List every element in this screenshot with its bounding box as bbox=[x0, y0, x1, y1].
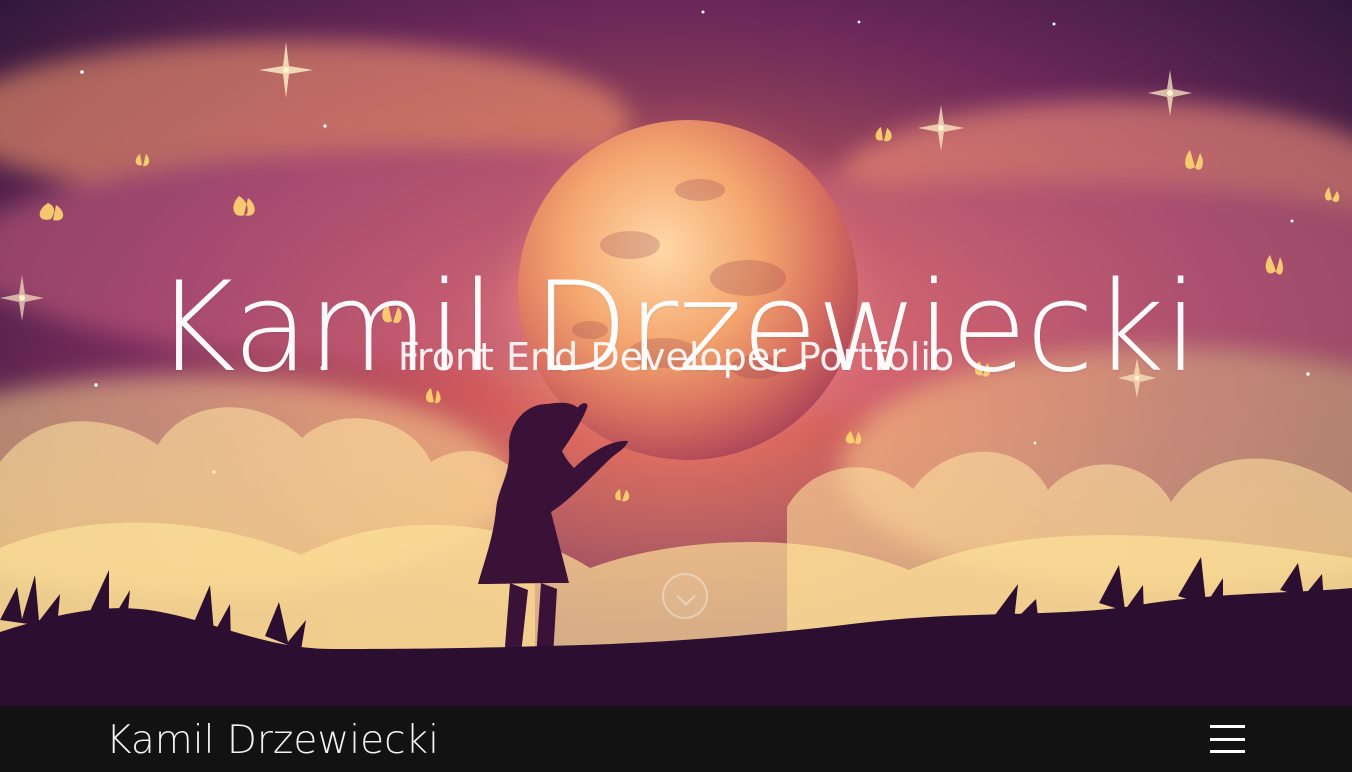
hamburger-menu-icon bbox=[1210, 737, 1245, 741]
brand-name[interactable]: Kamil Drzewiecki bbox=[106, 721, 439, 760]
menu-button[interactable] bbox=[1210, 725, 1245, 753]
portfolio-page: Kamil Drzewiecki Front End Developer Por… bbox=[0, 0, 1352, 772]
hero-section: Kamil Drzewiecki Front End Developer Por… bbox=[0, 0, 1352, 706]
bottom-navigation-bar: Kamil Drzewiecki bbox=[0, 706, 1352, 772]
hamburger-menu-icon bbox=[1210, 750, 1245, 753]
hero-subtitle: Front End Developer Portfolio bbox=[397, 335, 955, 379]
hamburger-menu-icon bbox=[1210, 725, 1245, 728]
scroll-down-button[interactable] bbox=[662, 573, 708, 619]
